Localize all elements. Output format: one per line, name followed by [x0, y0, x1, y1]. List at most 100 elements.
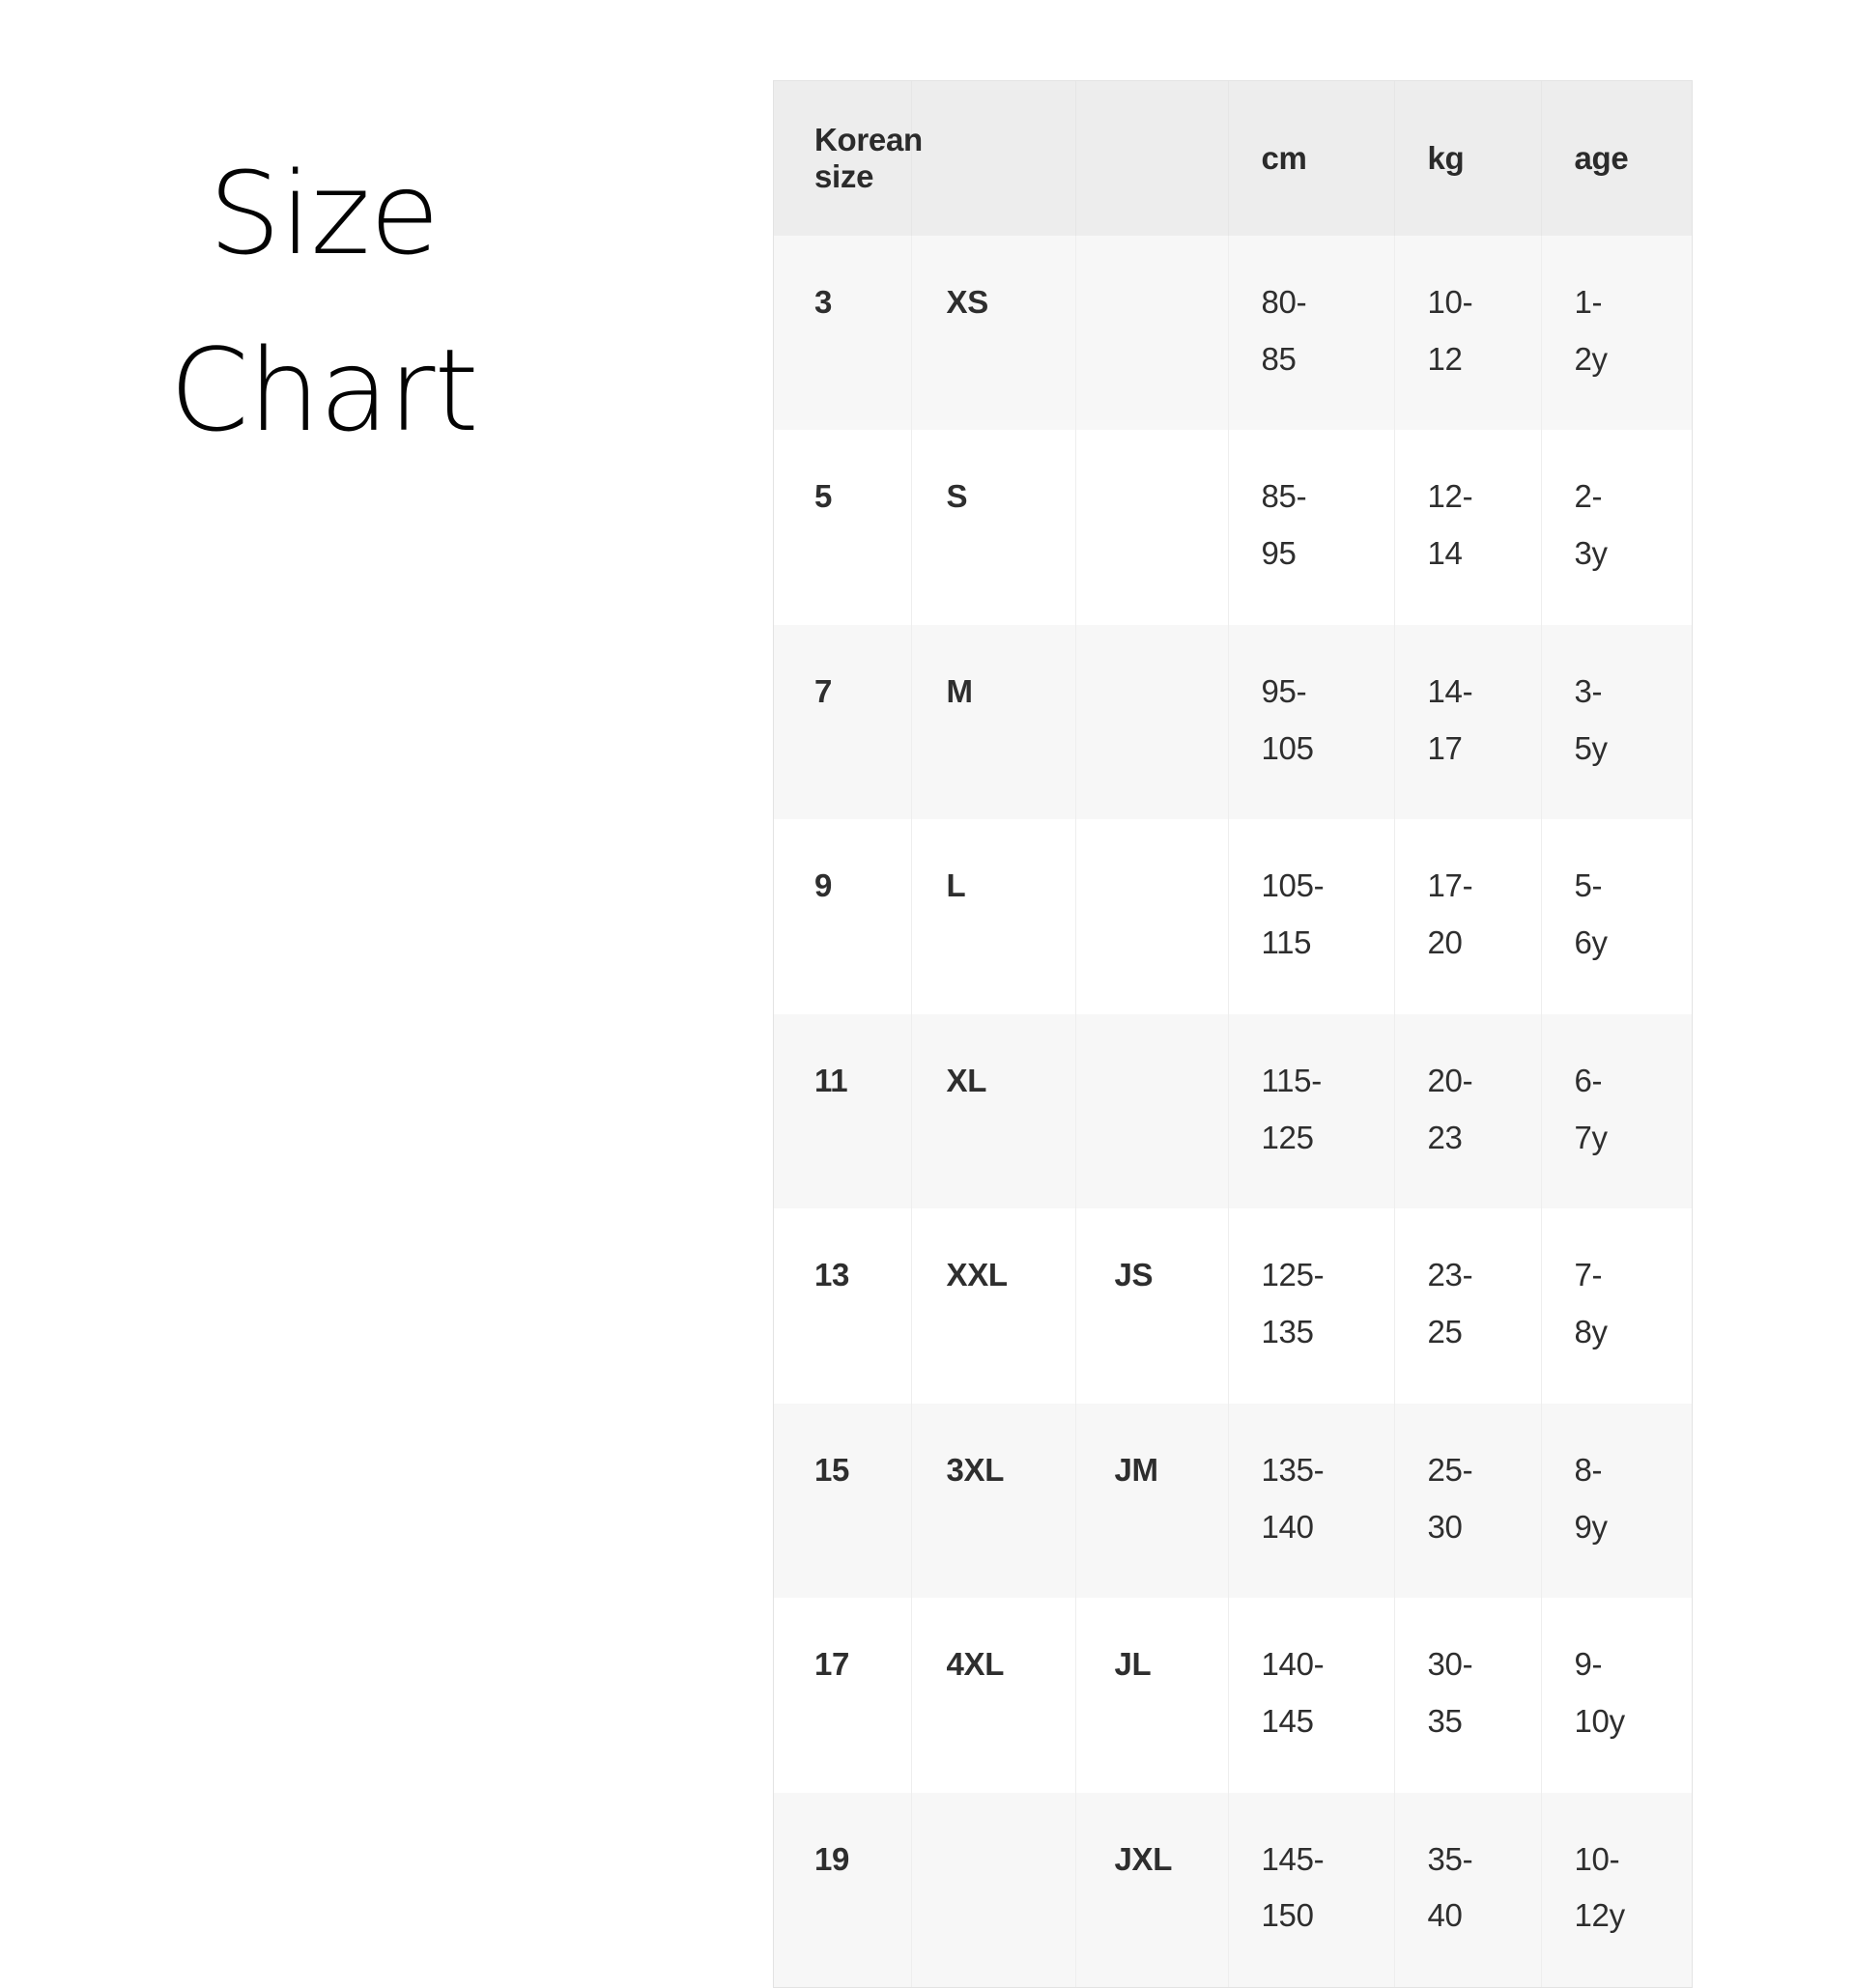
- cell-kg-text: 30- 35: [1427, 1646, 1473, 1740]
- cell-japanese-size-text: JM: [1114, 1451, 1159, 1488]
- cell-kg: 20- 23: [1394, 1013, 1542, 1209]
- cell-international-size-text: XL: [946, 1062, 987, 1098]
- cell-cm-text: 125- 135: [1261, 1257, 1325, 1350]
- cell-international-size: [911, 1792, 1076, 1988]
- cell-international-size: M: [911, 624, 1076, 820]
- cell-kg-text: 20- 23: [1427, 1062, 1473, 1155]
- cell-cm-text: 140- 145: [1261, 1646, 1325, 1740]
- cell-kg: 14- 17: [1394, 624, 1542, 820]
- cell-age: 1- 2y: [1541, 236, 1692, 431]
- cell-cm-text: 145- 150: [1261, 1840, 1325, 1934]
- cell-japanese-size-text: JXL: [1114, 1840, 1173, 1877]
- cell-korean-size-text: 15: [814, 1451, 850, 1488]
- cell-korean-size: 15: [774, 1403, 912, 1599]
- cell-cm: 105- 115: [1228, 819, 1395, 1014]
- cell-international-size: XL: [911, 1013, 1076, 1209]
- cell-international-size-text: M: [946, 672, 974, 709]
- cell-kg: 23- 25: [1394, 1208, 1542, 1404]
- cell-korean-size-text: 9: [814, 867, 833, 904]
- cell-korean-size: 11: [774, 1013, 912, 1209]
- cell-kg-text: 10- 12: [1427, 284, 1473, 377]
- cell-kg-text: 35- 40: [1427, 1840, 1473, 1934]
- table-header-row: Korean size cm kg age: [774, 81, 1692, 236]
- column-header-kg: kg: [1394, 81, 1542, 236]
- cell-cm: 85- 95: [1228, 430, 1395, 625]
- cell-age-text: 1- 2y: [1574, 284, 1609, 377]
- cell-japanese-size: [1075, 1013, 1229, 1209]
- cell-age: 2- 3y: [1541, 430, 1692, 625]
- cell-cm: 145- 150: [1228, 1792, 1395, 1988]
- cell-age: 8- 9y: [1541, 1403, 1692, 1599]
- cell-korean-size: 5: [774, 430, 912, 625]
- cell-korean-size: 19: [774, 1792, 912, 1988]
- cell-korean-size: 13: [774, 1208, 912, 1404]
- cell-international-size: XXL: [911, 1208, 1076, 1404]
- cell-kg-text: 17- 20: [1427, 867, 1473, 961]
- cell-kg: 35- 40: [1394, 1792, 1542, 1988]
- cell-age: 5- 6y: [1541, 819, 1692, 1014]
- cell-korean-size-text: 17: [814, 1646, 850, 1683]
- table-row: 7 M 95- 105 14- 17 3- 5y: [774, 624, 1692, 820]
- page-title-line-2: Chart: [169, 323, 478, 457]
- cell-korean-size-text: 11: [814, 1062, 848, 1098]
- cell-age-text: 10- 12y: [1574, 1840, 1626, 1934]
- cell-korean-size: 7: [774, 624, 912, 820]
- column-header-japanese-size: [1075, 81, 1229, 236]
- cell-age: 10- 12y: [1541, 1792, 1692, 1988]
- cell-kg: 17- 20: [1394, 819, 1542, 1014]
- cell-age: 3- 5y: [1541, 624, 1692, 820]
- cell-cm-text: 115- 125: [1261, 1062, 1323, 1155]
- cell-japanese-size-text: JS: [1114, 1257, 1154, 1293]
- cell-kg: 12- 14: [1394, 430, 1542, 625]
- cell-kg: 30- 35: [1394, 1598, 1542, 1793]
- cell-international-size-text: 3XL: [946, 1451, 1005, 1488]
- cell-age-text: 8- 9y: [1574, 1451, 1609, 1545]
- table-header: Korean size cm kg age: [774, 81, 1692, 236]
- cell-japanese-size: JM: [1075, 1403, 1229, 1599]
- cell-age: 7- 8y: [1541, 1208, 1692, 1404]
- table-row: 15 3XL JM 135- 140 25- 30 8- 9y: [774, 1403, 1692, 1599]
- cell-age: 9- 10y: [1541, 1598, 1692, 1793]
- cell-korean-size-text: 13: [814, 1257, 850, 1293]
- cell-age: 6- 7y: [1541, 1013, 1692, 1209]
- cell-japanese-size: [1075, 236, 1229, 431]
- cell-kg: 10- 12: [1394, 236, 1542, 431]
- column-header-cm: cm: [1228, 81, 1395, 236]
- cell-international-size-text: XXL: [946, 1257, 1009, 1293]
- cell-japanese-size: [1075, 624, 1229, 820]
- cell-korean-size: 17: [774, 1598, 912, 1793]
- cell-cm-text: 95- 105: [1261, 672, 1314, 766]
- cell-international-size: L: [911, 819, 1076, 1014]
- cell-cm: 95- 105: [1228, 624, 1395, 820]
- table-row: 11 XL 115- 125 20- 23 6- 7y: [774, 1013, 1692, 1209]
- cell-cm: 115- 125: [1228, 1013, 1395, 1209]
- cell-international-size: 3XL: [911, 1403, 1076, 1599]
- column-header-korean-size: Korean size: [774, 81, 923, 236]
- cell-age-text: 5- 6y: [1574, 867, 1609, 961]
- table-row: 13 XXL JS 125- 135 23- 25 7- 8y: [774, 1208, 1692, 1404]
- cell-korean-size: 3: [774, 236, 912, 431]
- size-chart-table-container: Korean size cm kg age 3 XS 80- 85 10- 12 1- …: [773, 80, 1693, 1988]
- cell-japanese-size: [1075, 819, 1229, 1014]
- table-row: 19 JXL 145- 150 35- 40 10- 12y: [774, 1792, 1692, 1988]
- size-chart-table: Korean size cm kg age 3 XS 80- 85 10- 12 1- …: [774, 81, 1692, 1988]
- cell-cm: 135- 140: [1228, 1403, 1395, 1599]
- table-body: 3 XS 80- 85 10- 12 1- 2y 5 S 85- 95 12- 14 2- 3y 7…: [774, 236, 1692, 1988]
- cell-cm-text: 85- 95: [1261, 478, 1307, 572]
- cell-international-size-text: XS: [946, 284, 989, 320]
- cell-japanese-size: JXL: [1075, 1792, 1229, 1988]
- cell-cm-text: 80- 85: [1261, 284, 1307, 377]
- cell-kg-text: 25- 30: [1427, 1451, 1473, 1545]
- cell-korean-size-text: 7: [814, 672, 833, 709]
- table-row: 17 4XL JL 140- 145 30- 35 9- 10y: [774, 1598, 1692, 1793]
- cell-japanese-size: [1075, 430, 1229, 625]
- cell-cm-text: 135- 140: [1261, 1451, 1325, 1545]
- cell-cm: 80- 85: [1228, 236, 1395, 431]
- cell-age-text: 6- 7y: [1574, 1062, 1609, 1155]
- page-title: Size Chart: [92, 126, 556, 479]
- cell-korean-size: 9: [774, 819, 912, 1014]
- cell-cm-text: 105- 115: [1261, 867, 1325, 961]
- cell-age-text: 7- 8y: [1574, 1257, 1609, 1350]
- table-row: 9 L 105- 115 17- 20 5- 6y: [774, 819, 1692, 1014]
- table-row: 3 XS 80- 85 10- 12 1- 2y: [774, 236, 1692, 431]
